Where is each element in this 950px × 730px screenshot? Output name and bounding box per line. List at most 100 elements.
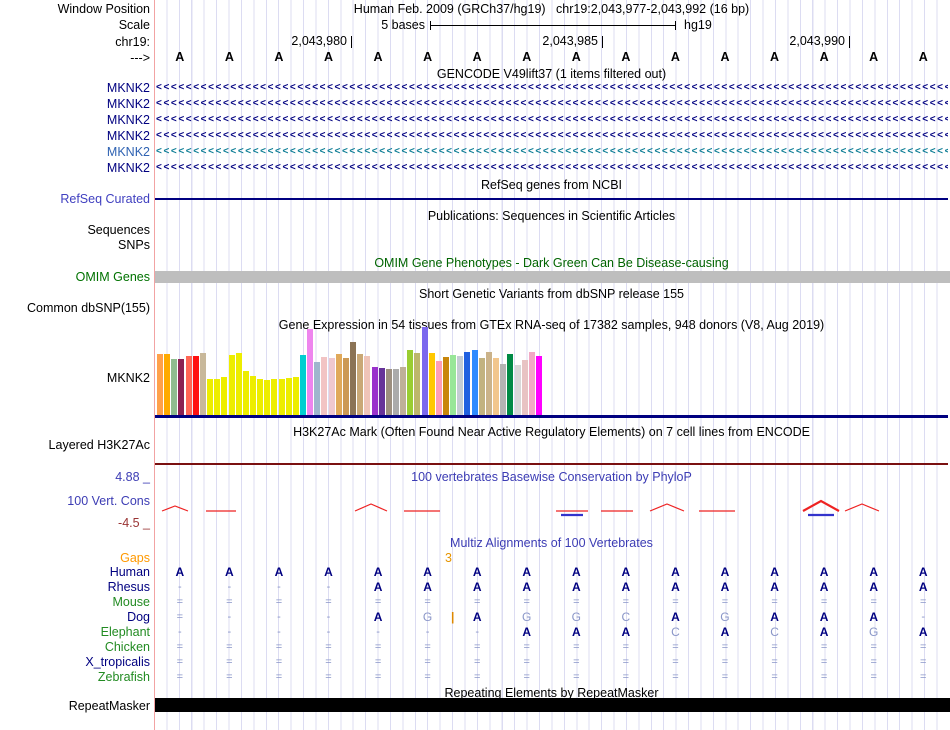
gencode-transcript-row[interactable]: <<<<<<<<<<<<<<<<<<<<<<<<<<<<<<<<<<<<<<<<… bbox=[156, 161, 948, 175]
gtex-bar[interactable] bbox=[478, 358, 485, 415]
gencode-transcript-row[interactable]: <<<<<<<<<<<<<<<<<<<<<<<<<<<<<<<<<<<<<<<<… bbox=[156, 97, 948, 111]
gtex-bar[interactable] bbox=[350, 342, 357, 415]
gtex-bar[interactable] bbox=[385, 369, 392, 415]
gtex-bar[interactable] bbox=[443, 357, 449, 415]
publications-snps-label[interactable]: SNPs bbox=[0, 238, 150, 252]
repeatmasker-bar[interactable] bbox=[155, 698, 950, 712]
refseq-gene-line[interactable] bbox=[155, 198, 948, 200]
publications-sequences-label[interactable]: Sequences bbox=[0, 223, 150, 237]
multiz-species-label[interactable]: Mouse bbox=[0, 595, 150, 609]
refseq-curated-label[interactable]: RefSeq Curated bbox=[0, 192, 150, 206]
multiz-cell: A bbox=[819, 625, 829, 639]
gtex-bar[interactable] bbox=[321, 357, 328, 415]
gencode-row-label[interactable]: MKNK2 bbox=[0, 161, 150, 175]
gtex-bar[interactable] bbox=[278, 379, 285, 415]
gtex-bar[interactable] bbox=[221, 377, 228, 415]
multiz-cell: - bbox=[227, 626, 232, 638]
gtex-bar[interactable] bbox=[507, 354, 514, 415]
multiz-species-label[interactable]: Human bbox=[0, 565, 150, 579]
gencode-row-label[interactable]: MKNK2 bbox=[0, 129, 150, 143]
gtex-gene-label[interactable]: MKNK2 bbox=[0, 371, 150, 385]
gtex-bar[interactable] bbox=[285, 378, 292, 415]
gtex-bar[interactable] bbox=[485, 352, 492, 415]
layered-h3k27ac-label[interactable]: Layered H3K27Ac bbox=[0, 438, 150, 452]
gtex-bar[interactable] bbox=[400, 367, 407, 415]
gencode-transcript-row[interactable]: <<<<<<<<<<<<<<<<<<<<<<<<<<<<<<<<<<<<<<<<… bbox=[156, 81, 948, 95]
gtex-bar[interactable] bbox=[328, 358, 335, 415]
gtex-bar[interactable] bbox=[257, 379, 264, 415]
gtex-bar[interactable] bbox=[157, 354, 163, 415]
multiz-cell: A bbox=[274, 565, 284, 579]
gtex-bar[interactable] bbox=[521, 360, 528, 415]
gencode-row-label[interactable]: MKNK2 bbox=[0, 145, 150, 159]
gencode-transcript-row[interactable]: <<<<<<<<<<<<<<<<<<<<<<<<<<<<<<<<<<<<<<<<… bbox=[156, 129, 948, 143]
multiz-species-label[interactable]: Zebrafish bbox=[0, 670, 150, 684]
gtex-bar[interactable] bbox=[392, 369, 399, 415]
gtex-bar[interactable] bbox=[342, 358, 349, 415]
multiz-cell: A bbox=[522, 625, 532, 639]
gtex-bar[interactable] bbox=[264, 380, 271, 415]
gencode-transcript-row[interactable]: <<<<<<<<<<<<<<<<<<<<<<<<<<<<<<<<<<<<<<<<… bbox=[156, 145, 948, 159]
multiz-species-label[interactable]: Dog bbox=[0, 610, 150, 624]
gtex-bar[interactable] bbox=[421, 327, 428, 415]
gtex-bar[interactable] bbox=[414, 353, 421, 415]
multiz-species-label[interactable]: Chicken bbox=[0, 640, 150, 654]
multiz-species-label[interactable]: X_tropicalis bbox=[0, 655, 150, 669]
gtex-bar[interactable] bbox=[450, 355, 457, 415]
gtex-bar[interactable] bbox=[242, 371, 249, 415]
gencode-transcript-row[interactable]: <<<<<<<<<<<<<<<<<<<<<<<<<<<<<<<<<<<<<<<<… bbox=[156, 113, 948, 127]
gtex-bar[interactable] bbox=[335, 354, 342, 415]
gtex-bar[interactable] bbox=[164, 354, 171, 415]
gtex-bar[interactable] bbox=[307, 329, 314, 415]
gtex-bar[interactable] bbox=[300, 355, 306, 415]
gtex-bar[interactable] bbox=[199, 353, 206, 415]
repeatmasker-label[interactable]: RepeatMasker bbox=[0, 699, 150, 713]
gtex-bar[interactable] bbox=[407, 350, 414, 415]
position-tick bbox=[602, 36, 603, 48]
gtex-bar[interactable] bbox=[464, 352, 471, 415]
gtex-bar[interactable] bbox=[371, 367, 378, 415]
gtex-bar[interactable] bbox=[457, 356, 464, 415]
gtex-bar[interactable] bbox=[178, 359, 185, 415]
gtex-bar[interactable] bbox=[535, 356, 542, 415]
multiz-cell: G bbox=[422, 610, 433, 624]
gtex-bar[interactable] bbox=[493, 358, 500, 415]
gtex-bar[interactable] bbox=[292, 377, 299, 415]
phylop-track[interactable] bbox=[0, 498, 950, 524]
gencode-row-label[interactable]: MKNK2 bbox=[0, 97, 150, 111]
strand-direction-label: ---> bbox=[130, 51, 150, 65]
gtex-bar[interactable] bbox=[249, 376, 256, 415]
gtex-bar[interactable] bbox=[435, 361, 442, 415]
omim-gene-bar[interactable] bbox=[155, 271, 950, 283]
gtex-bar[interactable] bbox=[185, 356, 192, 415]
gtex-bar[interactable] bbox=[500, 364, 507, 415]
multiz-cell: = bbox=[820, 596, 828, 608]
gtex-bar[interactable] bbox=[364, 356, 371, 415]
multiz-cell: A bbox=[869, 610, 878, 624]
gtex-bar[interactable] bbox=[428, 353, 435, 415]
gtex-bar[interactable] bbox=[171, 359, 178, 415]
multiz-species-label[interactable]: Rhesus bbox=[0, 580, 150, 594]
gtex-bar[interactable] bbox=[528, 352, 535, 415]
multiz-cell: A bbox=[373, 565, 383, 579]
multiz-species-label[interactable]: Elephant bbox=[0, 625, 150, 639]
multiz-cell: = bbox=[870, 671, 877, 683]
multiz-cell: A bbox=[918, 565, 928, 579]
gencode-row-label[interactable]: MKNK2 bbox=[0, 113, 150, 127]
gtex-bar[interactable] bbox=[357, 354, 364, 415]
gtex-bar[interactable] bbox=[378, 368, 385, 415]
gtex-bar[interactable] bbox=[228, 355, 235, 415]
gtex-bar[interactable] bbox=[471, 350, 478, 415]
gtex-bar[interactable] bbox=[514, 365, 521, 415]
h3k27ac-signal-line[interactable] bbox=[155, 463, 948, 465]
gtex-bar[interactable] bbox=[214, 379, 221, 415]
gtex-bar[interactable] bbox=[271, 379, 278, 415]
gtex-bar[interactable] bbox=[235, 353, 242, 415]
gtex-bar[interactable] bbox=[192, 356, 199, 415]
multiz-gaps-label[interactable]: Gaps bbox=[0, 551, 150, 565]
common-dbsnp-label[interactable]: Common dbSNP(155) bbox=[0, 301, 150, 315]
gencode-row-label[interactable]: MKNK2 bbox=[0, 81, 150, 95]
gtex-bar[interactable] bbox=[314, 362, 321, 415]
gtex-bar[interactable] bbox=[207, 379, 214, 415]
omim-genes-label[interactable]: OMIM Genes bbox=[0, 270, 150, 284]
